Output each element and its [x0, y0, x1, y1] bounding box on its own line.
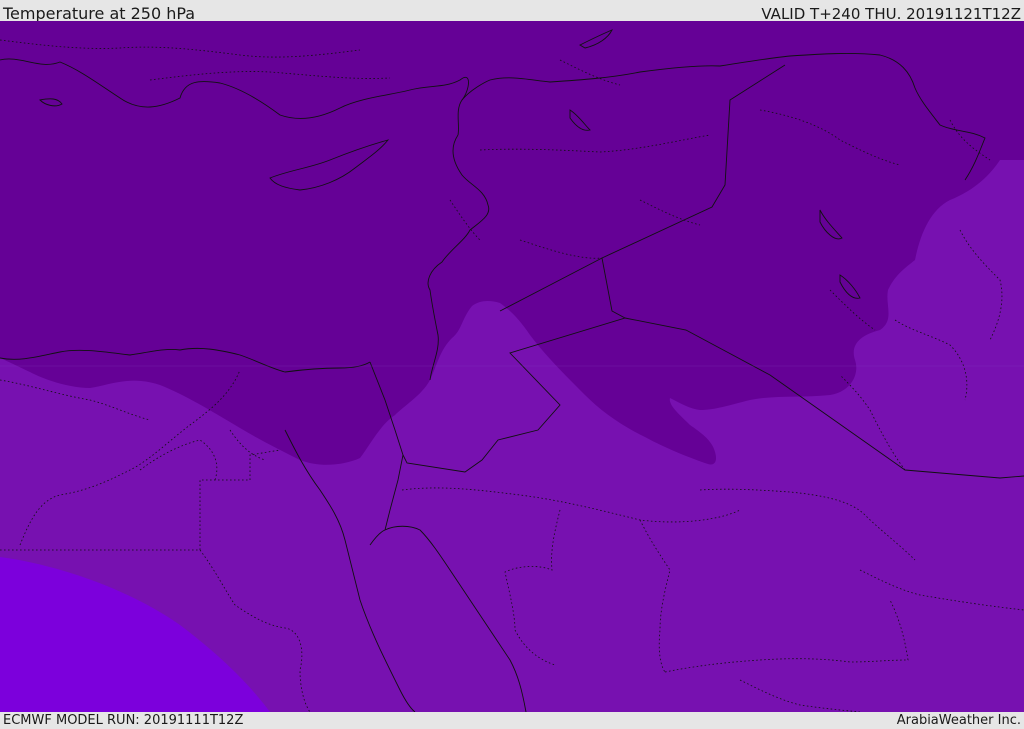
credit-label: ArabiaWeather Inc.	[896, 713, 1021, 728]
map-figure: Temperature at 250 hPa VALID T+240 THU. …	[0, 0, 1024, 729]
footer-bar: ECMWF MODEL RUN: 20191111T12Z ArabiaWeat…	[0, 712, 1024, 729]
model-run-label: ECMWF MODEL RUN: 20191111T12Z	[3, 713, 244, 728]
temperature-map	[0, 21, 1024, 712]
header-bar: Temperature at 250 hPa VALID T+240 THU. …	[0, 0, 1024, 23]
